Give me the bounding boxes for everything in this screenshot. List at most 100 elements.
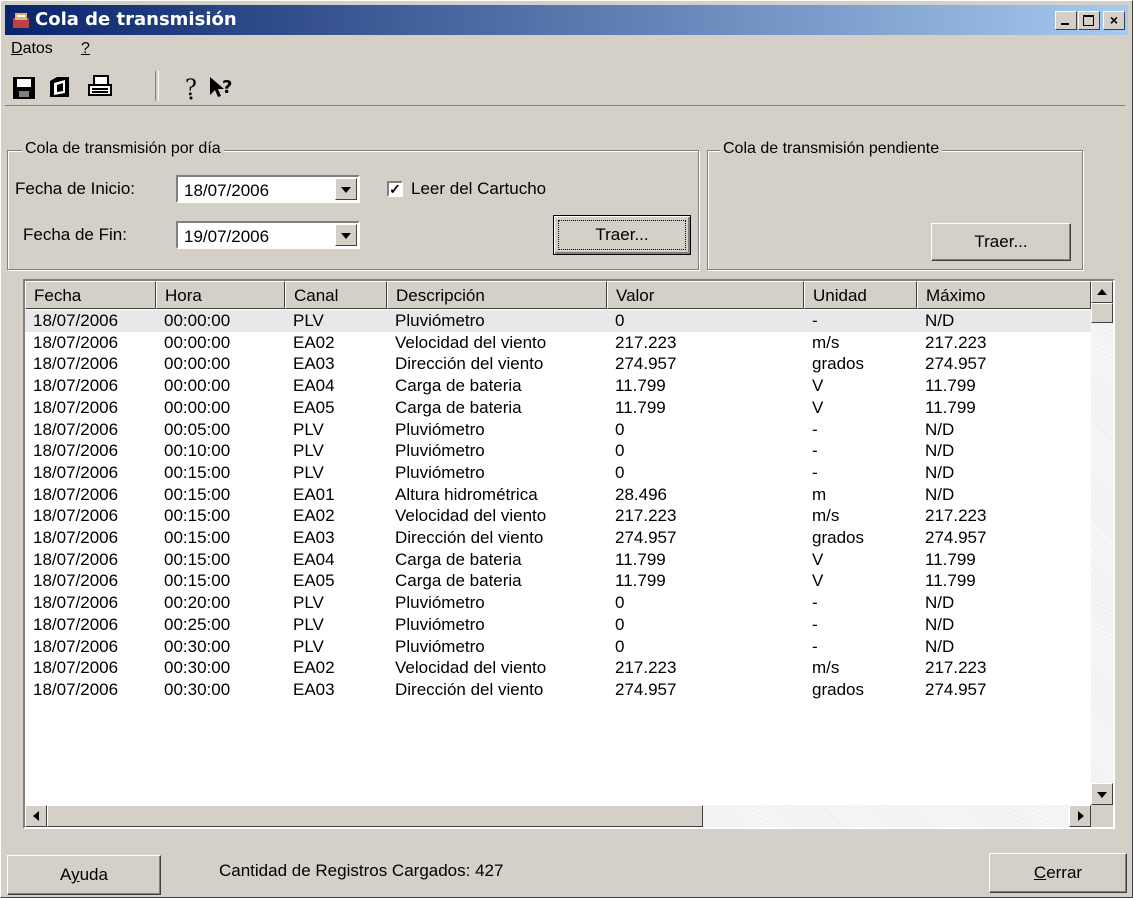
vertical-scroll-thumb[interactable]: [1091, 303, 1113, 323]
cell-valor: 0: [615, 311, 625, 330]
table-row[interactable]: 18/07/2006 00:15:00 EA03 Dirección del vien…: [25, 527, 1091, 549]
table-row[interactable]: 18/07/2006 00:30:00 PLV Pluviómetro 0 - N/D: [25, 636, 1091, 658]
cell-hora: 00:10:00: [164, 441, 231, 461]
table-row[interactable]: 18/07/2006 00:00:00 EA05 Carga de bateria 11…: [25, 397, 1091, 419]
cell-fecha: 18/07/2006: [33, 506, 119, 526]
table-row[interactable]: 18/07/2006 00:15:00 EA05 Carga de bateria 11…: [25, 570, 1091, 592]
table-row[interactable]: 18/07/2006 00:10:00 PLV Pluviómetro 0 - N/D: [25, 440, 1091, 462]
read-cartridge-checkbox[interactable]: ✓: [387, 181, 403, 197]
svg-text:?: ?: [222, 77, 232, 98]
chevron-down-icon[interactable]: [335, 224, 357, 246]
cell-fecha: 18/07/2006: [33, 549, 119, 569]
table-row[interactable]: 18/07/2006 00:05:00 PLV Pluviómetro 0 - N/D: [25, 419, 1091, 441]
table-row[interactable]: 18/07/2006 00:15:00 EA01 Altura hidrométric…: [25, 484, 1091, 506]
cell-canal: EA05: [293, 397, 335, 417]
column-header-valor[interactable]: Valor: [607, 281, 804, 309]
records-count-status: Cantidad de Registros Cargados: 427: [219, 861, 504, 880]
cell-valor: 274.957: [615, 679, 677, 699]
cell-hora: 00:30:00: [164, 658, 231, 678]
fetch-by-day-button[interactable]: Traer...: [553, 215, 691, 255]
arrow-right-icon: [1078, 811, 1084, 821]
cell-descripcion: Pluviómetro: [395, 419, 485, 439]
cell-canal: EA02: [293, 332, 335, 352]
cell-hora: 00:05:00: [164, 419, 231, 439]
scroll-right-button[interactable]: [1069, 805, 1091, 827]
cell-hora: 00:30:00: [164, 636, 231, 656]
maximize-button[interactable]: [1078, 11, 1100, 30]
table-row[interactable]: 18/07/2006 00:30:00 EA03 Dirección del vien…: [25, 679, 1091, 701]
cell-hora: 00:15:00: [164, 549, 231, 569]
records-table[interactable]: Fecha Hora Canal Descripción Valor Unida…: [23, 279, 1115, 829]
cell-canal: EA02: [293, 658, 335, 678]
column-header-unidad[interactable]: Unidad: [804, 281, 917, 309]
menu-datos-access-key: D: [11, 40, 23, 57]
fetch-pending-button[interactable]: Traer...: [931, 223, 1071, 261]
cell-maximo: N/D: [925, 614, 955, 634]
table-row[interactable]: 18/07/2006 00:30:00 EA02 Velocidad del vien…: [25, 657, 1091, 679]
minimize-icon: [1061, 23, 1069, 25]
cell-unidad: grados: [812, 528, 864, 547]
table-row[interactable]: 18/07/2006 00:00:00 EA02 Velocidad del vien…: [25, 332, 1091, 354]
close-button[interactable]: Cerrar: [989, 853, 1127, 893]
start-date-combo[interactable]: 18/07/2006: [176, 175, 360, 203]
column-header-maximo[interactable]: Máximo: [917, 281, 1091, 309]
chevron-down-icon[interactable]: [335, 178, 357, 200]
cell-unidad: -: [812, 441, 818, 461]
cell-maximo: N/D: [925, 419, 955, 439]
minimize-button[interactable]: [1055, 11, 1077, 30]
column-header-descripcion[interactable]: Descripción: [387, 281, 607, 309]
scroll-up-button[interactable]: [1091, 281, 1113, 303]
context-help-icon[interactable]: ?: [207, 73, 237, 101]
cell-fecha: 18/07/2006: [33, 571, 119, 591]
column-header-fecha[interactable]: Fecha: [25, 281, 156, 309]
focus-ring: [558, 220, 686, 250]
cell-valor: 28.496: [615, 484, 667, 504]
cell-fecha: 18/07/2006: [33, 484, 119, 504]
cell-descripcion: Pluviómetro: [395, 462, 485, 482]
column-header-hora[interactable]: Hora: [156, 281, 285, 309]
title-bar[interactable]: Cola de transmisión ×: [5, 5, 1128, 35]
table-row[interactable]: 18/07/2006 00:15:00 EA04 Carga de bateria 11…: [25, 549, 1091, 571]
end-date-combo[interactable]: 19/07/2006: [176, 221, 360, 249]
help-button[interactable]: Ayuda: [7, 855, 161, 895]
menu-help[interactable]: ?: [81, 40, 90, 58]
horizontal-scrollbar[interactable]: [25, 805, 1091, 827]
save-icon[interactable]: [9, 73, 39, 101]
cell-valor: 0: [615, 593, 625, 613]
menu-datos-label: atos: [22, 40, 53, 57]
cell-canal: PLV: [293, 419, 324, 439]
vertical-scrollbar[interactable]: [1091, 281, 1113, 805]
cell-fecha: 18/07/2006: [33, 679, 119, 699]
cell-unidad: m: [812, 484, 827, 504]
app-icon: [13, 13, 29, 28]
cell-descripcion: Dirección del viento: [395, 679, 544, 699]
table-row[interactable]: 18/07/2006 00:20:00 PLV Pluviómetro 0 - N/D: [25, 592, 1091, 614]
print-icon[interactable]: [85, 73, 115, 101]
cell-unidad: V: [812, 376, 824, 396]
menu-datos[interactable]: Datos: [11, 40, 53, 58]
help-icon[interactable]: ?: [177, 73, 207, 101]
cell-hora: 00:25:00: [164, 614, 231, 634]
scroll-down-button[interactable]: [1091, 783, 1113, 805]
cell-unidad: V: [812, 397, 824, 417]
cell-maximo: 11.799: [925, 571, 976, 591]
cell-hora: 00:15:00: [164, 528, 231, 547]
table-row[interactable]: 18/07/2006 00:00:00 EA04 Carga de bateria 11…: [25, 375, 1091, 397]
horizontal-scroll-thumb[interactable]: [47, 805, 703, 827]
table-row[interactable]: 18/07/2006 00:00:00 PLV Pluviómetro 0 - N/D: [25, 310, 1091, 332]
table-row[interactable]: 18/07/2006 00:25:00 PLV Pluviómetro 0 - N/D: [25, 614, 1091, 636]
menu-help-label: ?: [81, 40, 90, 57]
scroll-left-button[interactable]: [25, 805, 47, 827]
scrollbar-corner: [1091, 805, 1113, 827]
table-row[interactable]: 18/07/2006 00:00:00 EA03 Dirección del vien…: [25, 353, 1091, 375]
table-row[interactable]: 18/07/2006 00:15:00 PLV Pluviómetro 0 - N/D: [25, 462, 1091, 484]
close-window-button[interactable]: ×: [1103, 11, 1125, 30]
table-row[interactable]: 18/07/2006 00:15:00 EA02 Velocidad del vien…: [25, 505, 1091, 527]
column-header-canal[interactable]: Canal: [285, 281, 387, 309]
cell-valor: 0: [615, 636, 625, 656]
window-title: Cola de transmisión: [35, 9, 237, 30]
cell-valor: 0: [615, 614, 625, 634]
cell-valor: 11.799: [615, 571, 666, 591]
help-button-access-key: y: [71, 865, 80, 884]
open-icon[interactable]: [45, 73, 75, 101]
